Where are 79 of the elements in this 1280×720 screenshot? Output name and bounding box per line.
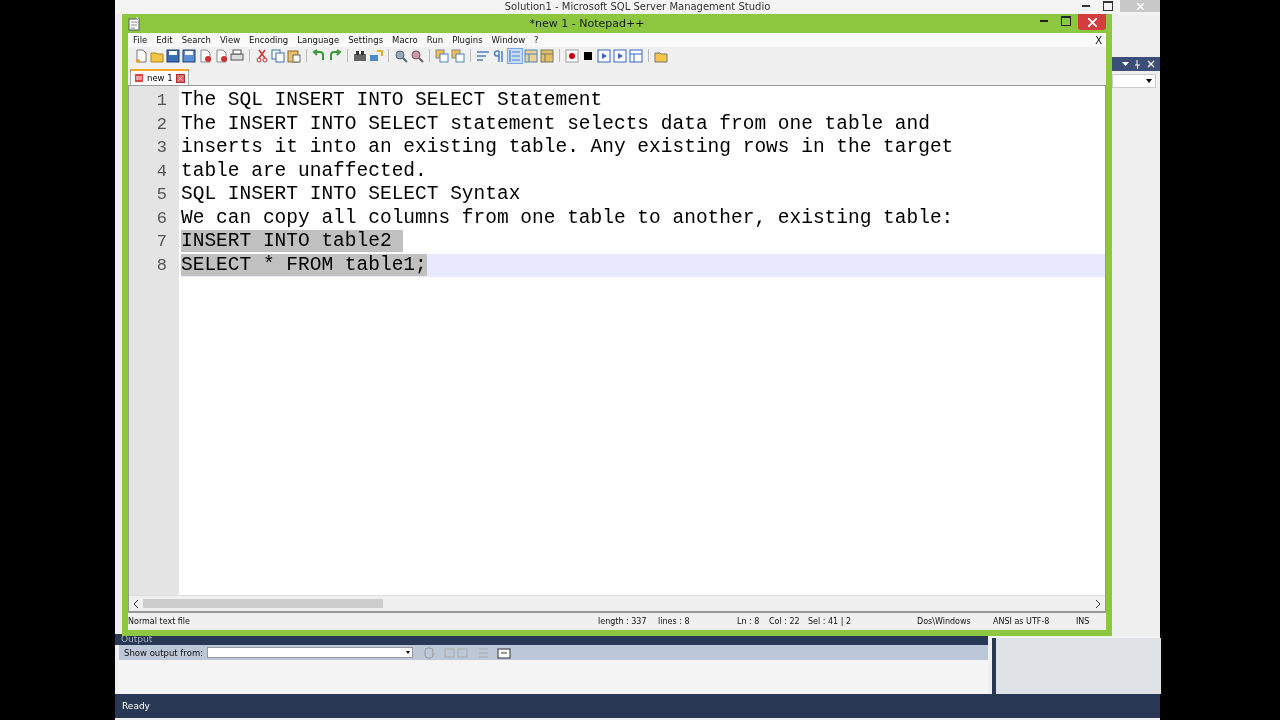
scroll-right-icon[interactable]	[1095, 599, 1101, 608]
close-icon	[1136, 2, 1144, 10]
code-line: The SQL INSERT INTO SELECT Statement	[181, 89, 603, 113]
app-icon	[128, 16, 140, 31]
output-source-label: Show output from:	[124, 647, 204, 658]
sync-icon[interactable]	[451, 48, 465, 63]
code-line: SQL INSERT INTO SELECT Syntax	[181, 183, 521, 207]
zoom-icon[interactable]	[410, 48, 424, 63]
panel-icon[interactable]	[540, 48, 554, 63]
selection-info: Sel : 41 | 2	[808, 617, 852, 626]
dropdown-field[interactable]	[1112, 74, 1156, 88]
menu-item[interactable]: Window	[491, 35, 526, 45]
save-icon[interactable]	[166, 48, 180, 63]
menu-item[interactable]: Macro	[392, 35, 418, 45]
menu-item[interactable]: View	[219, 35, 241, 45]
menu-item[interactable]: File	[133, 35, 148, 45]
menu-item[interactable]: ?	[534, 35, 539, 45]
file-type: Normal text file	[128, 617, 190, 626]
wrap-icon[interactable]	[476, 48, 490, 63]
cursor-column: Col : 22	[769, 617, 800, 626]
copy-icon[interactable]	[271, 48, 285, 63]
output-source-dropdown[interactable]	[207, 647, 414, 658]
redo-icon[interactable]	[328, 48, 342, 63]
save-icon[interactable]	[182, 48, 196, 63]
line-number: 8	[155, 255, 167, 275]
cursor-line: Ln : 8	[737, 617, 760, 626]
menu-item[interactable]: Edit	[156, 35, 173, 45]
window-title: Solution1 - Microsoft SQL Server Management Studio	[504, 1, 771, 12]
zoom-icon[interactable]	[394, 48, 408, 63]
status-text: Ready	[122, 701, 150, 711]
cut-icon[interactable]	[255, 48, 269, 63]
line-number: 3	[155, 138, 167, 158]
insert-mode: INS	[1076, 617, 1090, 626]
line-number: 1	[155, 91, 167, 111]
menu-item[interactable]: Search	[181, 35, 211, 45]
menu-item[interactable]: Settings	[348, 35, 384, 45]
encoding: ANSI as UTF-8	[993, 617, 1050, 626]
code-line: table are unaffected.	[181, 159, 427, 183]
caret-icon	[406, 651, 411, 654]
new-icon[interactable]	[134, 48, 148, 63]
window-title: *new 1 - Notepad++	[528, 17, 646, 30]
find-icon[interactable]	[353, 48, 367, 63]
line-count: lines : 8	[658, 617, 690, 626]
line-number: 5	[155, 185, 167, 205]
pane-title: Output	[121, 634, 153, 644]
play-icon[interactable]	[613, 48, 627, 63]
play-icon[interactable]	[597, 48, 611, 63]
line-number: 4	[155, 161, 167, 181]
menu-item[interactable]: Language	[297, 35, 340, 45]
line-number: 2	[155, 114, 167, 134]
close-icon	[1087, 17, 1097, 27]
panel-icon[interactable]	[629, 48, 643, 63]
line-number: 7	[155, 232, 167, 252]
print-icon[interactable]	[230, 48, 244, 63]
horizontal-scrollbar[interactable]	[129, 595, 1105, 611]
panel-controls-icon[interactable]	[1122, 59, 1156, 69]
scroll-left-icon[interactable]	[133, 599, 139, 608]
pilcrow-icon[interactable]	[492, 48, 506, 63]
menu-item[interactable]: Plugins	[452, 35, 483, 45]
code-line: The INSERT INTO SELECT statement selects data from one table and	[181, 112, 930, 136]
paste-icon[interactable]	[287, 48, 301, 63]
close-button[interactable]	[1078, 14, 1106, 30]
undo-icon[interactable]	[312, 48, 326, 63]
menu-item[interactable]: Run	[426, 35, 444, 45]
close-document-button[interactable]: X	[1095, 34, 1102, 46]
close-tab-icon[interactable]	[175, 73, 185, 83]
document-length: length : 337	[598, 617, 647, 626]
close-icon[interactable]	[214, 48, 228, 63]
code-line: inserts it into an existing table. Any existing rows in the target	[181, 136, 954, 160]
line-number: 6	[155, 208, 167, 228]
document-tab[interactable]: new 1	[130, 69, 189, 85]
panel-icon[interactable]	[524, 48, 538, 63]
line-ending: Dos\Windows	[917, 617, 971, 626]
code-line: We can copy all columns from one table to another, existing table:	[181, 206, 954, 230]
record-icon[interactable]	[565, 48, 579, 63]
menu-item[interactable]: Encoding	[249, 35, 289, 45]
sync-icon[interactable]	[435, 48, 449, 63]
caret-icon	[1146, 79, 1152, 83]
close-icon[interactable]	[198, 48, 212, 63]
